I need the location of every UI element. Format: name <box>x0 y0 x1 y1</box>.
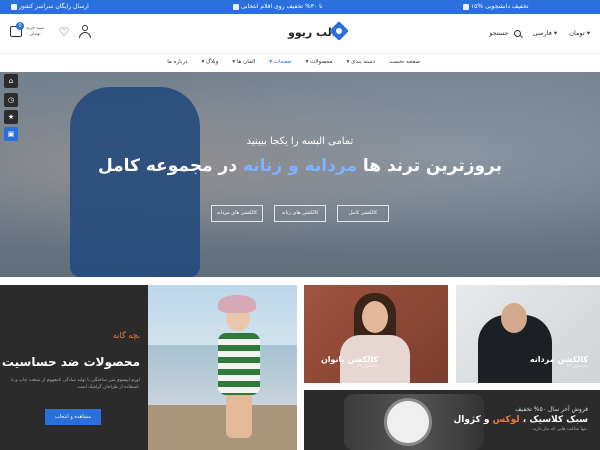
hero-buttons: کالکشن کامل کالکشن های زنانه کالکشن های … <box>0 199 600 222</box>
hero-subtitle: تمامی البسه را یکجا ببینید <box>246 136 354 147</box>
men-caption: کالکشن مردانه ۲۹ محصول <box>529 355 588 369</box>
women-collection-button[interactable]: کالکشن های زنانه <box>274 205 326 222</box>
cart-summary[interactable]: سبد خرید ۰ تومان <box>26 26 44 38</box>
women-caption: کالکشن بانوان ۲۹ محصول <box>320 355 378 369</box>
nav-item-2[interactable]: محصولات ▾ <box>306 59 333 65</box>
search-icon <box>513 29 521 37</box>
nav-item-6[interactable]: درباره ما <box>167 59 187 65</box>
watch-caption: فروش آخر سال ۵۰% تخفیف سبک کلاسیک ، لوکس… <box>453 406 588 432</box>
men-collection-button[interactable]: کالکشن های مردانه <box>210 205 263 222</box>
wishlist-icon[interactable]: ♡ <box>57 25 71 39</box>
home-icon[interactable]: ⌂ <box>4 74 18 88</box>
nav-item-1[interactable]: دسته بندی ▾ <box>347 59 375 65</box>
nav-item-3[interactable]: صفحات ▾ <box>269 59 291 65</box>
nav-list: صفحه نخست دسته بندی ▾ محصولات ▾ صفحات ▾ الما… <box>153 59 420 65</box>
star-icon[interactable]: ★ <box>4 110 18 124</box>
nav-item-4[interactable]: المان ها ▾ <box>232 59 255 65</box>
promo-kids-kicker: بچه گانه <box>113 331 140 340</box>
clock-icon[interactable]: ◷ <box>4 93 18 107</box>
search-button[interactable]: جستجو <box>489 29 521 37</box>
header-tools: جستجو فارسی ▾ تومان ▾ <box>479 29 590 37</box>
site-header: 0 سبد خرید ۰ تومان ♡ قالب ریوو جستجو فار… <box>0 14 600 54</box>
promo-kids-title: محصولات ضد حساسیت <box>1 355 140 369</box>
promo-kids-desc: لورم ایپسوم متن ساختگی با تولید سادگی نا… <box>11 378 140 390</box>
language-select[interactable]: فارسی ▾ <box>533 29 557 37</box>
promo-selected-items: تا ۳۰% تخفیف روی اقلام انتخابی <box>230 3 323 10</box>
nav-item-0[interactable]: صفحه نخست <box>389 59 420 65</box>
currency-select[interactable]: تومان ▾ <box>569 29 590 37</box>
women-collection-card[interactable]: کالکشن بانوان ۲۹ محصول <box>304 285 448 383</box>
watch-image <box>384 398 432 446</box>
cart-side-icon[interactable]: ▣ <box>4 127 18 141</box>
user-account-icon[interactable] <box>78 24 92 38</box>
promo-kids-panel: بچه گانه محصولات ضد حساسیت لورم ایپسوم م… <box>0 285 148 450</box>
men-collection-card[interactable]: کالکشن مردانه ۲۹ محصول <box>456 285 600 383</box>
hero-banner: تمامی البسه را یکجا ببینید بروزترین ترند… <box>0 72 600 277</box>
hero-title: بروزترین ترند ها مردانه و زنانه در مجموع… <box>97 156 503 176</box>
nav-item-5[interactable]: وبلاگ ▾ <box>201 59 218 65</box>
watch-sale-banner[interactable]: فروش آخر سال ۵۰% تخفیف سبک کلاسیک ، لوکس… <box>304 390 600 450</box>
cart-count-badge: 0 <box>16 22 24 30</box>
promo-students: ۱۵% تخفیف دانشجویی <box>460 3 529 10</box>
truck-icon <box>11 3 17 10</box>
main-nav: صفحه نخست دسته بندی ▾ محصولات ▾ صفحات ▾ الما… <box>0 54 600 72</box>
promo-shipping: ارسال رایگان سراسر کشور <box>8 3 89 10</box>
tag-icon <box>233 3 239 10</box>
top-promo-bar: ارسال رایگان سراسر کشور تا ۳۰% تخفیف روی… <box>0 0 600 14</box>
student-icon <box>463 3 469 10</box>
kid-beach-image[interactable] <box>148 285 297 450</box>
view-and-select-button[interactable]: مشاهده و انتخاب <box>45 409 101 425</box>
full-collection-button[interactable]: کالکشن کامل <box>337 205 390 222</box>
